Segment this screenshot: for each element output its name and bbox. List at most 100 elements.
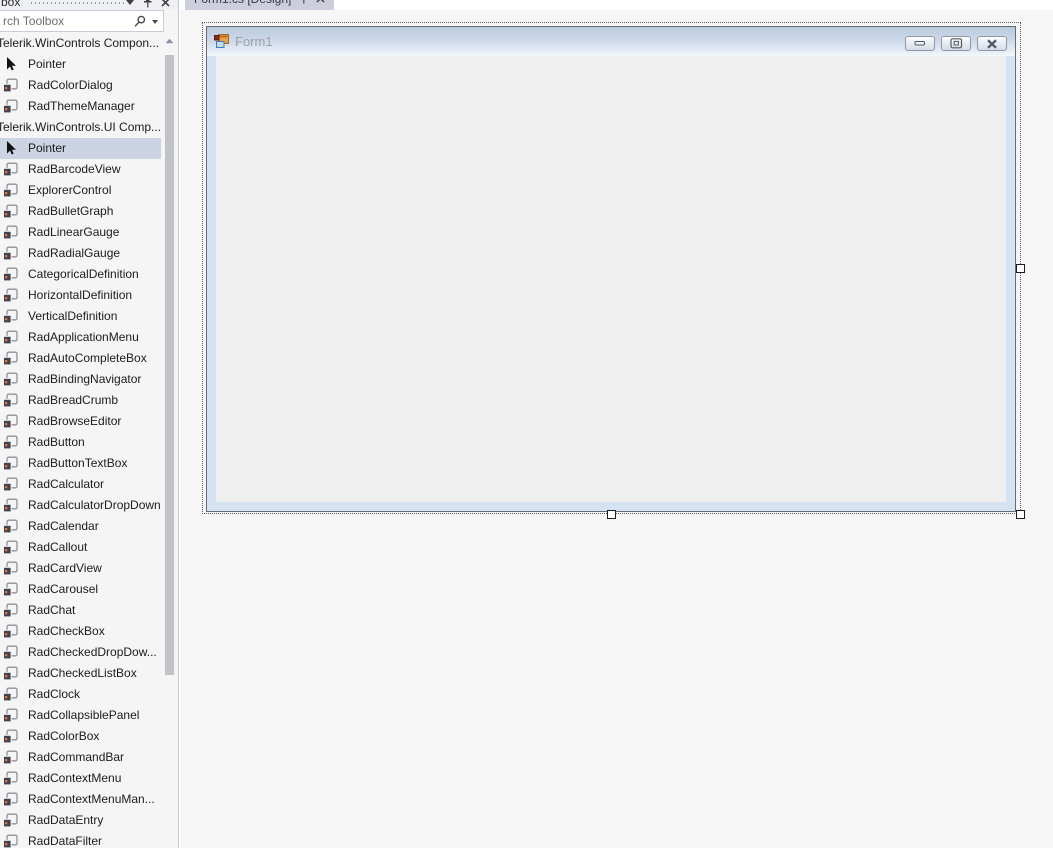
toolbox-item[interactable]: RadBreadCrumb — [0, 390, 161, 411]
component-icon — [3, 834, 18, 848]
toolbox-category[interactable]: Telerik.WinControls Compon... — [0, 33, 161, 54]
pin-icon[interactable] — [299, 0, 308, 4]
scroll-up-button[interactable] — [163, 35, 176, 48]
toolbox-item[interactable]: RadClock — [0, 684, 161, 705]
scrollbar-thumb[interactable] — [165, 55, 174, 675]
toolbox-item[interactable]: RadColorBox — [0, 726, 161, 747]
toolbox-item[interactable]: RadAutoCompleteBox — [0, 348, 161, 369]
component-icon — [3, 624, 18, 639]
maximize-button[interactable] — [941, 36, 971, 51]
toolbox-item[interactable]: RadBarcodeView — [0, 159, 161, 180]
toolbox-item[interactable]: RadCommandBar — [0, 747, 161, 768]
toolbox-item[interactable]: ExplorerControl — [0, 180, 161, 201]
resize-handle-bottom-right[interactable] — [1016, 510, 1025, 519]
component-icon — [3, 477, 18, 492]
component-icon — [3, 309, 18, 324]
toolbox-item[interactable]: RadCalculator — [0, 474, 161, 495]
toolbox-title: box — [1, 0, 21, 9]
component-icon — [3, 204, 18, 219]
toolbox-item[interactable]: HorizontalDefinition — [0, 285, 161, 306]
resize-handle-bottom[interactable] — [607, 510, 616, 519]
toolbox-item[interactable]: VerticalDefinition — [0, 306, 161, 327]
design-form[interactable]: Form1 — [206, 26, 1016, 512]
component-icon — [3, 708, 18, 723]
component-icon — [3, 267, 18, 282]
component-icon — [3, 792, 18, 807]
toolbox-item[interactable]: RadButton — [0, 432, 161, 453]
toolbox-item-label: RadCardView — [28, 561, 102, 575]
toolbox-item[interactable]: RadCarousel — [0, 579, 161, 600]
toolbox-scrollbar[interactable] — [163, 33, 176, 848]
drag-handle[interactable] — [31, 2, 126, 4]
toolbox-item[interactable]: RadCalendar — [0, 516, 161, 537]
document-tab[interactable]: Form1.cs [Design] — [185, 0, 335, 10]
toolbox-item-label: RadCollapsiblePanel — [28, 708, 140, 722]
component-icon — [3, 519, 18, 534]
component-icon — [3, 372, 18, 387]
toolbox-item[interactable]: RadCardView — [0, 558, 161, 579]
toolbox-item-label: RadContextMenu — [28, 771, 122, 785]
toolbox-item[interactable]: CategoricalDefinition — [0, 264, 161, 285]
toolbox-item[interactable]: RadDataEntry — [0, 810, 161, 831]
close-button[interactable] — [977, 36, 1007, 51]
toolbox-item-label: VerticalDefinition — [28, 309, 118, 323]
tab-strip: Form1.cs [Design] — [180, 0, 1053, 10]
toolbox-item[interactable]: RadChat — [0, 600, 161, 621]
toolbox-item-label: RadColorDialog — [28, 78, 113, 92]
component-icon — [3, 393, 18, 408]
chevron-down-icon[interactable] — [152, 20, 158, 24]
component-icon — [3, 351, 18, 366]
toolbox-item[interactable]: RadColorDialog — [0, 75, 161, 96]
designer-canvas[interactable]: Form1 — [180, 10, 1053, 848]
toolbox-item[interactable]: RadLinearGauge — [0, 222, 161, 243]
resize-handle-right[interactable] — [1016, 264, 1025, 273]
maximize-icon — [949, 38, 962, 49]
toolbox-item[interactable]: RadThemeManager — [0, 96, 161, 117]
search-input[interactable] — [1, 13, 126, 29]
form-client-area[interactable] — [216, 56, 1006, 502]
toolbox-item[interactable]: RadCollapsiblePanel — [0, 705, 161, 726]
toolbox-item[interactable]: RadBulletGraph — [0, 201, 161, 222]
toolbox-item[interactable]: RadContextMenu — [0, 768, 161, 789]
toolbox-item-label: RadCheckBox — [28, 624, 105, 638]
toolbox-item[interactable]: RadDataFilter — [0, 831, 161, 848]
search-icon[interactable] — [133, 15, 146, 33]
toolbox-item[interactable]: Pointer — [0, 54, 161, 75]
toolbox-item-label: RadButtonTextBox — [28, 456, 128, 470]
component-icon — [3, 414, 18, 429]
component-icon — [3, 435, 18, 450]
toolbox-item[interactable]: RadCallout — [0, 537, 161, 558]
toolbox-item[interactable]: RadButtonTextBox — [0, 453, 161, 474]
toolbox-item-label: RadApplicationMenu — [28, 330, 139, 344]
toolbox-item-label: HorizontalDefinition — [28, 288, 133, 302]
toolbox-item[interactable]: RadCalculatorDropDown — [0, 495, 161, 516]
form-titlebar[interactable]: Form1 — [207, 27, 1015, 56]
toolbox-item-label: RadBrowseEditor — [28, 414, 122, 428]
toolbox-item[interactable]: Pointer — [0, 138, 161, 159]
component-icon — [3, 540, 18, 555]
toolbox-item[interactable]: RadCheckBox — [0, 621, 161, 642]
toolbox-item-label: RadLinearGauge — [28, 225, 120, 239]
minimize-button[interactable] — [905, 36, 935, 51]
toolbox-item[interactable]: RadApplicationMenu — [0, 327, 161, 348]
toolbox-item-label: RadCalculatorDropDown — [28, 498, 161, 512]
component-icon — [3, 330, 18, 345]
toolbox-panel: box Telerik.WinControls Compon... Pointer… — [0, 0, 179, 848]
close-icon[interactable] — [316, 0, 325, 3]
toolbox-item[interactable]: RadBrowseEditor — [0, 411, 161, 432]
chevron-down-icon[interactable] — [126, 0, 134, 5]
toolbox-item-label: Pointer — [28, 141, 67, 155]
toolbox-item[interactable]: RadCheckedListBox — [0, 663, 161, 684]
toolbox-item[interactable]: RadBindingNavigator — [0, 369, 161, 390]
toolbox-item[interactable]: RadCheckedDropDow... — [0, 642, 161, 663]
toolbox-item[interactable]: RadContextMenuMan... — [0, 789, 161, 810]
toolbox-item[interactable]: RadRadialGauge — [0, 243, 161, 264]
pin-icon[interactable] — [143, 0, 152, 8]
toolbox-header[interactable]: box — [0, 0, 178, 10]
toolbox-item-label: RadCalendar — [28, 519, 99, 533]
close-icon[interactable] — [161, 0, 170, 7]
form-icon — [214, 33, 230, 54]
category-label: Telerik.WinControls.UI Comp... — [0, 120, 161, 134]
pointer-icon — [3, 57, 18, 72]
toolbox-category[interactable]: Telerik.WinControls.UI Comp... — [0, 117, 161, 138]
